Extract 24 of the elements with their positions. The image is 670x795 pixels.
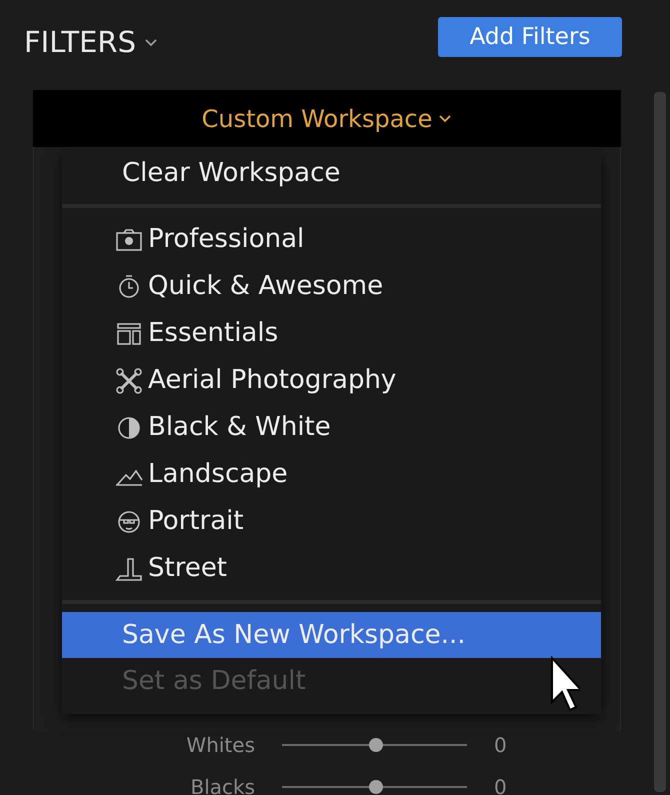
slider-label: Blacks xyxy=(189,774,255,795)
menu-item[interactable]: Save As New Workspace... xyxy=(62,612,601,658)
slider-thumb[interactable] xyxy=(369,738,384,752)
mouse-pointer-icon xyxy=(550,656,580,712)
slider-value: 0 xyxy=(494,732,508,759)
drone-icon xyxy=(114,366,144,394)
menu-item[interactable]: Professional xyxy=(148,220,304,259)
scrollbar[interactable] xyxy=(654,92,666,792)
workspace-dropdown[interactable]: Custom Workspace xyxy=(33,90,621,147)
menu-item[interactable]: Aerial Photography xyxy=(148,361,396,400)
menu-item[interactable]: Clear Workspace xyxy=(62,150,601,196)
menu-item[interactable]: Essentials xyxy=(148,314,278,353)
add-filters-button[interactable]: Add Filters xyxy=(438,17,622,57)
slider-thumb[interactable] xyxy=(369,780,384,794)
slider-label: Whites xyxy=(185,732,255,759)
panel-title: FILTERS xyxy=(24,24,136,61)
menu-item[interactable]: Landscape xyxy=(148,455,288,494)
chevron-down-icon xyxy=(144,38,158,48)
menu-item[interactable]: Quick & Awesome xyxy=(148,267,384,306)
menu-item[interactable]: Portrait xyxy=(148,502,244,541)
menu-item[interactable]: Black & White xyxy=(148,408,331,447)
slider-value: 0 xyxy=(494,774,508,795)
menu-item[interactable]: Street xyxy=(148,549,228,588)
chevron-down-icon xyxy=(438,114,452,124)
